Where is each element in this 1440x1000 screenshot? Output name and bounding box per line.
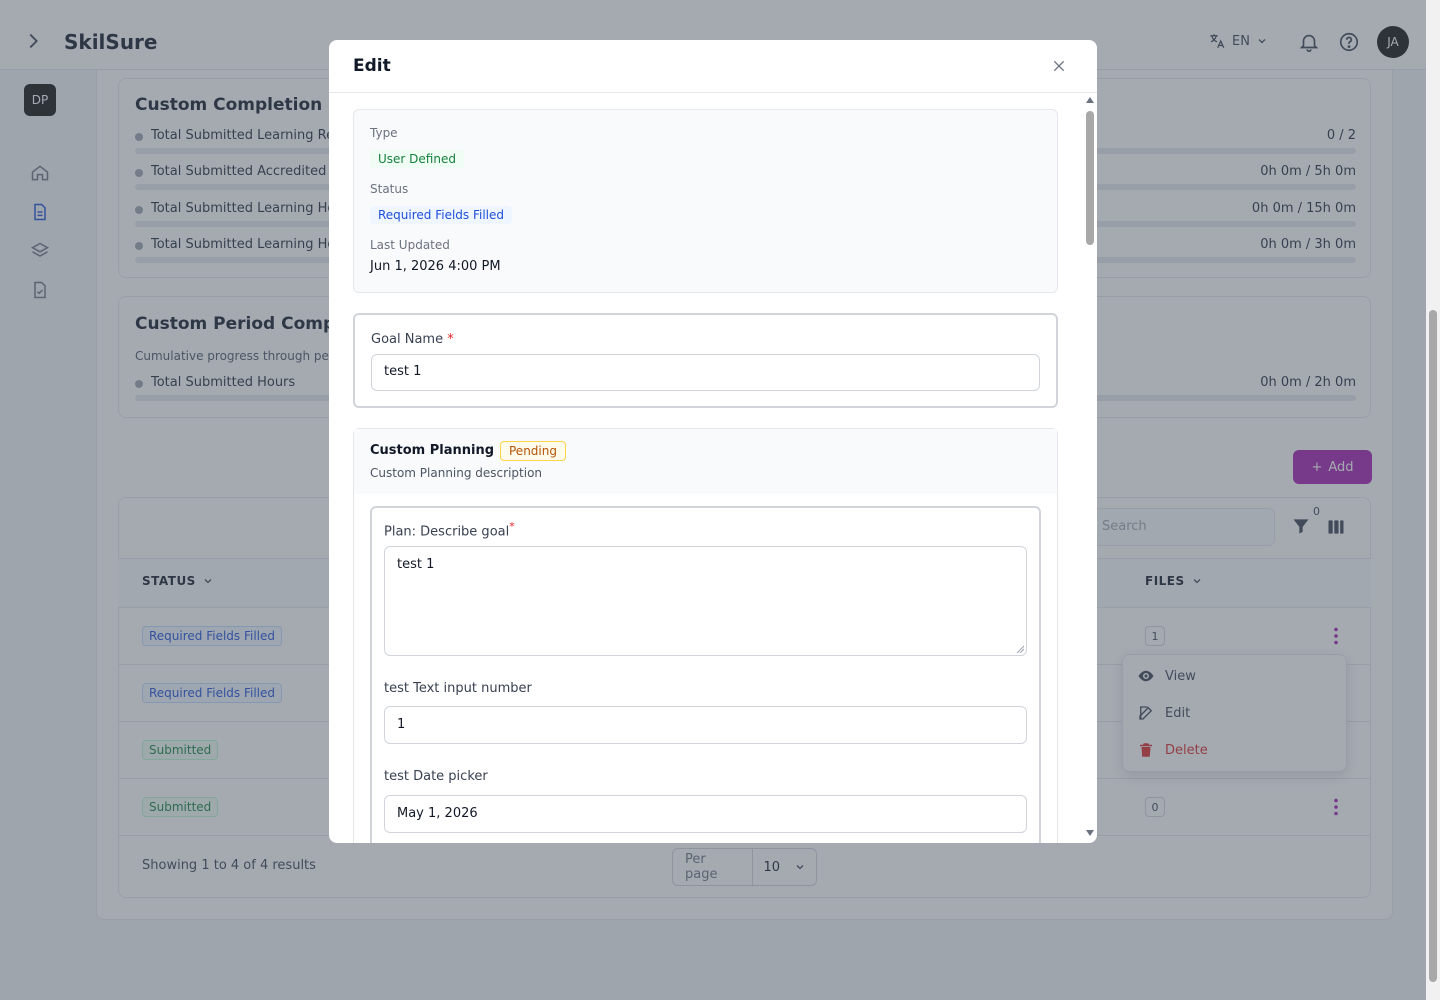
planning-description: Custom Planning description [370, 466, 543, 480]
pending-badge: Pending [500, 441, 566, 461]
date-picker-input[interactable]: May 1, 2026 [384, 795, 1027, 833]
status-label: Status [370, 182, 409, 196]
describe-goal-textarea[interactable]: test 1 [384, 546, 1027, 656]
goal-name-label: Goal Name * [371, 332, 454, 347]
updated-label: Last Updated [370, 238, 450, 252]
type-badge: User Defined [370, 150, 464, 168]
modal-scrollbar[interactable] [1084, 95, 1096, 841]
planning-header: Custom Planning Pending Custom Planning … [354, 429, 1057, 494]
number-input[interactable]: 1 [384, 706, 1027, 744]
close-icon[interactable] [1051, 58, 1067, 74]
updated-value: Jun 1, 2026 4:00 PM [370, 259, 501, 274]
planning-fields: Plan: Describe goal* test 1 test Text in… [370, 506, 1041, 843]
goal-name-section: Goal Name * test 1 [353, 313, 1058, 408]
date-picker-label: test Date picker [384, 769, 488, 784]
page-scrollbar[interactable] [1426, 0, 1440, 1000]
type-label: Type [370, 126, 398, 140]
planning-title: Custom Planning [370, 443, 495, 458]
planning-section: Custom Planning Pending Custom Planning … [353, 428, 1058, 843]
number-input-label: test Text input number [384, 681, 532, 696]
resize-handle-icon[interactable] [1016, 645, 1024, 653]
edit-modal: Edit Type User Defined Status Required F… [329, 40, 1097, 843]
status-badge: Required Fields Filled [370, 206, 513, 224]
modal-title: Edit [353, 56, 391, 76]
modal-header: Edit [329, 40, 1097, 93]
goal-name-input[interactable]: test 1 [371, 354, 1040, 391]
describe-goal-label: Plan: Describe goal* [384, 520, 515, 540]
info-panel: Type User Defined Status Required Fields… [353, 109, 1058, 293]
